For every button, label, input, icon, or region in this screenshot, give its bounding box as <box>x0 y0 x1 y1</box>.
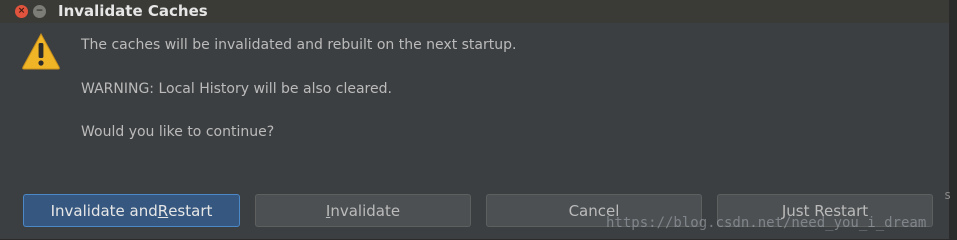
invalidate-caches-dialog: × − Invalidate Caches The caches will be… <box>0 0 957 239</box>
button-mnemonic: R <box>157 201 169 220</box>
warning-triangle-icon <box>22 32 60 70</box>
titlebar: × − Invalidate Caches <box>0 0 949 23</box>
button-label: estart <box>168 201 213 220</box>
message-line-warning: WARNING: Local History will be also clea… <box>81 81 392 97</box>
message-line-question: Would you like to continue? <box>81 124 275 140</box>
watermark-text: https://blog.csdn.net/need_you_i_dream <box>606 215 927 231</box>
button-label: Invalidate and <box>50 201 158 220</box>
edge-text: s <box>944 188 952 202</box>
button-label: nvalidate <box>330 201 401 220</box>
dialog-title: Invalidate Caches <box>58 2 208 20</box>
minimize-icon[interactable]: − <box>33 5 46 18</box>
invalidate-and-restart-button[interactable]: Invalidate and Restart <box>23 194 240 227</box>
close-icon[interactable]: × <box>15 5 28 18</box>
invalidate-button[interactable]: Invalidate <box>255 194 471 227</box>
message-line-caches: The caches will be invalidated and rebui… <box>81 37 517 53</box>
